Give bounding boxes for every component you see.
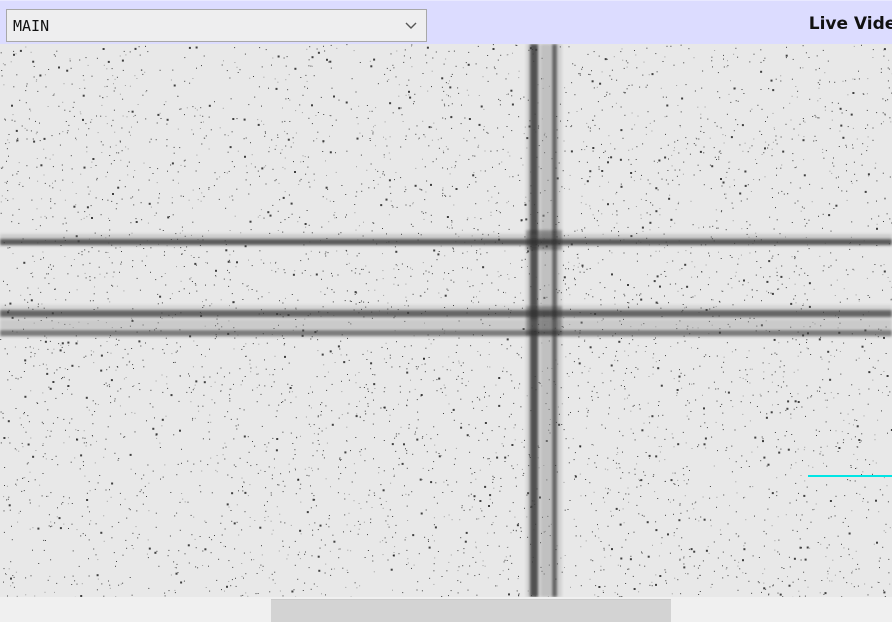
live-video-window: MAIN Live Video — [0, 0, 892, 622]
toolbar: MAIN Live Video — [0, 0, 892, 44]
camera-select-dropdown[interactable]: MAIN — [6, 9, 427, 42]
video-feed-image — [0, 44, 892, 597]
chevron-down-icon — [405, 22, 417, 29]
camera-select-value: MAIN — [13, 17, 50, 35]
window-title: Live Video — [808, 14, 892, 34]
live-video-viewport[interactable] — [0, 44, 892, 597]
scrollbar-thumb[interactable] — [271, 599, 671, 622]
horizontal-scrollbar[interactable] — [0, 597, 892, 622]
